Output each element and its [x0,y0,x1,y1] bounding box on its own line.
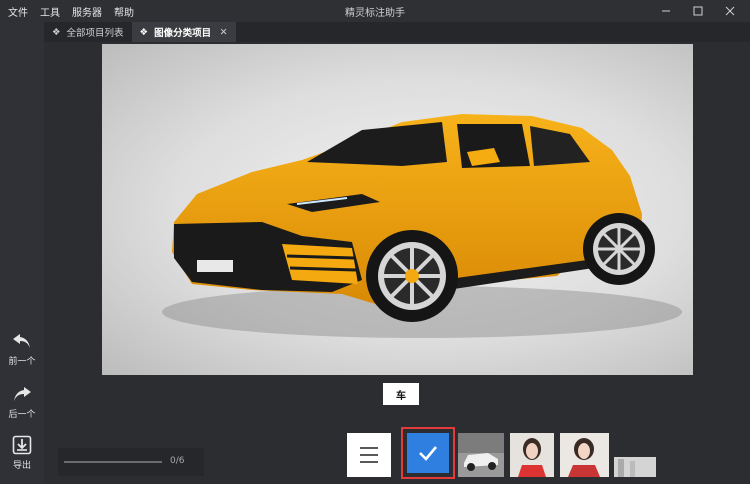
next-label: 后一个 [8,410,36,420]
menu-bar: 文件 工具 服务器 帮助 [8,4,146,19]
menu-file[interactable]: 文件 [8,4,28,19]
minimize-icon [662,10,670,12]
export-label: 导出 [12,461,31,471]
tab-label: 图像分类项目 [154,28,212,39]
car-thumbnail-image [458,433,504,477]
menu-tools[interactable]: 工具 [40,4,60,19]
diamond-icon: ❖ [139,26,149,38]
tab-bar: ❖ 全部项目列表 ❖ 图像分类项目 ✕ [44,22,750,42]
class-label-tag[interactable]: 车 [383,383,419,405]
main-workspace: 车 0/6 [44,42,750,484]
progress-bar [64,461,162,463]
menu-help[interactable]: 帮助 [114,4,134,19]
portrait-thumbnail-image [510,433,554,477]
confirm-button-fill [407,433,449,473]
annotation-image[interactable] [102,44,693,375]
confirm-button[interactable] [401,427,455,479]
tab-image-classification[interactable]: ❖ 图像分类项目 ✕ [131,22,236,42]
undo-arrow-icon [13,334,30,348]
portrait-thumbnail-image [560,433,609,477]
tab-all-projects[interactable]: ❖ 全部项目列表 [44,22,132,42]
previous-label: 前一个 [8,357,36,367]
tab-close-icon[interactable]: ✕ [220,27,228,38]
thumbnail-partial[interactable] [614,457,656,477]
checkmark-icon [419,446,437,461]
tab-label: 全部项目列表 [66,28,124,39]
thumbnail-portrait-2[interactable] [560,433,609,477]
maximize-icon [693,6,703,16]
thumbnail-portrait-1[interactable] [510,433,554,477]
minimize-button[interactable] [650,0,682,22]
download-icon [12,435,32,455]
maximize-button[interactable] [682,0,714,22]
thumbnail-car[interactable] [458,433,504,477]
close-window-button[interactable] [714,0,746,22]
next-button[interactable]: 后一个 [0,384,44,430]
list-icon [360,447,378,463]
left-toolbar: 前一个 后一个 导出 [0,22,44,484]
progress-text: 0/6 [170,456,185,466]
previous-button[interactable]: 前一个 [0,331,44,377]
progress-panel: 0/6 [58,448,204,476]
window-controls [650,0,746,22]
close-icon [725,6,735,16]
redo-arrow-icon [14,387,31,401]
diamond-icon: ❖ [52,26,61,38]
list-view-button[interactable] [347,433,391,477]
export-button[interactable]: 导出 [0,435,44,481]
car-image [162,114,682,338]
title-bar: 文件 工具 服务器 帮助 精灵标注助手 [0,0,750,22]
menu-server[interactable]: 服务器 [72,4,102,19]
partial-thumbnail-image [614,457,656,477]
